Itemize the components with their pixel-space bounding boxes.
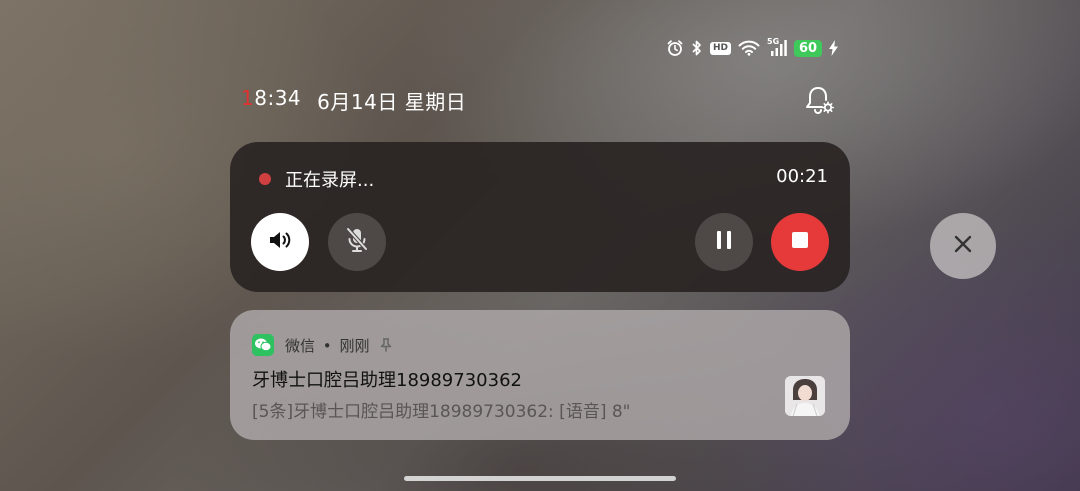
wifi-icon (738, 40, 760, 56)
close-button[interactable] (930, 213, 996, 279)
notification-settings-icon[interactable] (802, 84, 836, 116)
app-name: 微信 (285, 337, 316, 355)
date-time: 18:34 6月14日 星期日 (241, 86, 466, 115)
pause-recording-button[interactable] (695, 213, 753, 271)
microphone-toggle-button[interactable] (328, 213, 386, 271)
notification-app-meta: 微信 • 刚刚 (285, 335, 369, 356)
pin-icon[interactable] (380, 337, 392, 356)
screen-recording-panel: 正在录屏... 00:21 (230, 142, 850, 292)
charging-icon (829, 40, 839, 56)
status-bar: HD 5G 60 (666, 37, 839, 58)
clock-prefix: 1 (241, 86, 255, 110)
notification-time: 刚刚 (339, 337, 370, 355)
wechat-icon (252, 334, 274, 356)
pause-icon (713, 229, 735, 255)
wechat-notification[interactable]: 微信 • 刚刚 牙博士口腔吕助理18989730362 [5条]牙博士口腔吕助理… (230, 310, 850, 440)
separator: • (322, 337, 332, 355)
stop-icon (791, 231, 809, 253)
mic-off-icon (344, 226, 370, 258)
notification-title: 牙博士口腔吕助理18989730362 (252, 370, 522, 391)
close-icon (953, 234, 973, 258)
stop-recording-button[interactable] (771, 213, 829, 271)
recording-title: 正在录屏... (285, 170, 375, 191)
sender-avatar (785, 376, 825, 416)
battery-icon: 60 (794, 39, 823, 57)
recording-indicator-icon (259, 173, 271, 185)
clock-rest: 8:34 (254, 86, 302, 110)
notification-body: [5条]牙博士口腔吕助理18989730362: [语音] 8" (252, 402, 631, 422)
speaker-icon (267, 228, 293, 256)
weekday: 星期日 (404, 90, 467, 114)
alarm-icon (666, 39, 684, 57)
home-indicator[interactable] (404, 476, 676, 481)
bluetooth-icon (691, 39, 703, 57)
network-label: 5G (767, 37, 780, 46)
clock: 18:34 (241, 86, 301, 115)
signal-5g-icon: 5G (767, 37, 787, 57)
recording-timer: 00:21 (776, 166, 828, 187)
date: 6月14日 (317, 90, 398, 114)
hd-icon: HD (710, 41, 732, 55)
date-label: 6月14日 星期日 (317, 86, 466, 115)
speaker-toggle-button[interactable] (251, 213, 309, 271)
